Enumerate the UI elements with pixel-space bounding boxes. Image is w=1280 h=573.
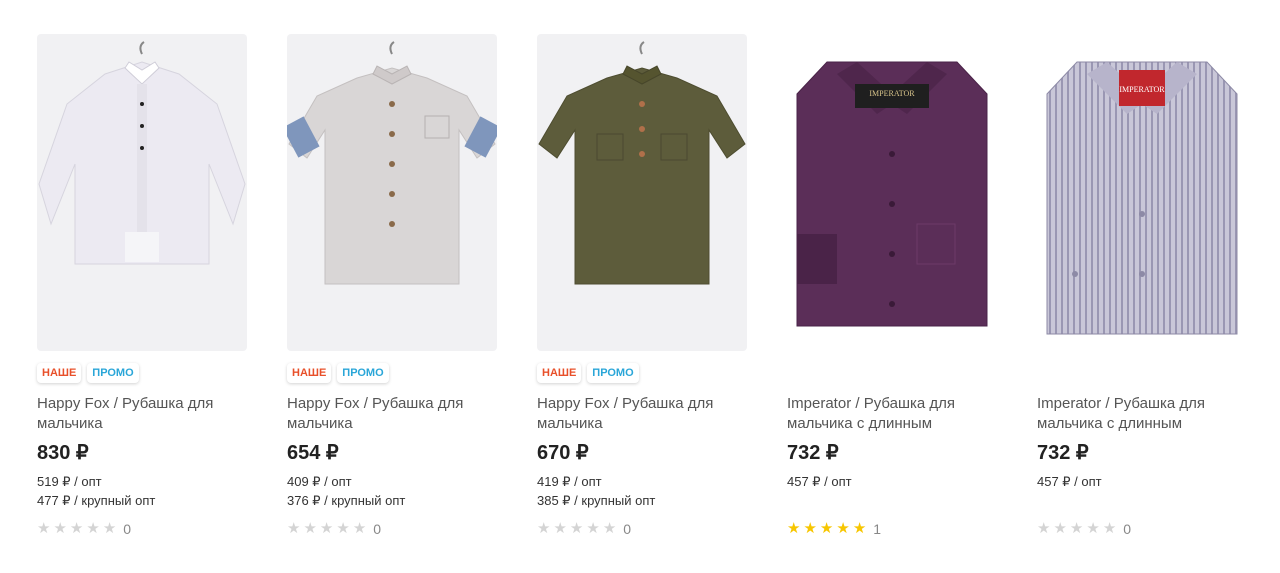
product-price: 732 ₽ — [787, 442, 839, 464]
star-icon: ★ — [586, 520, 600, 537]
star-icon: ★ — [352, 520, 367, 537]
price-opt-block: 457 ₽ / опт — [787, 472, 997, 491]
product-image-striped-shirt[interactable]: IMPERATOR — [1037, 34, 1247, 351]
price-big-opt: 376 ₽ / крупный опт — [287, 493, 406, 508]
review-count: 0 — [623, 521, 632, 537]
price-opt-block: 457 ₽ / опт — [1037, 472, 1247, 491]
star-icon: ★ — [852, 520, 867, 537]
review-count: 1 — [873, 521, 882, 537]
badge-nashe: НАШЕ — [37, 363, 82, 383]
star-icon: ★ — [86, 520, 100, 537]
product-image-beige-shirt[interactable] — [287, 34, 497, 351]
product-image-white-shirt[interactable] — [37, 34, 247, 351]
badge-list: НАШЕ ПРОМО — [287, 361, 497, 385]
star-icon: ★ — [1053, 520, 1067, 537]
price-opt-block: 419 ₽ / опт 385 ₽ / крупный опт — [537, 472, 747, 510]
star-icon: ★ — [102, 520, 117, 537]
rating: ★ ★ ★ ★ ★ 0 — [287, 520, 381, 538]
badge-promo: ПРОМО — [87, 363, 139, 383]
price-opt: 519 ₽ / опт — [37, 474, 102, 489]
star-icon: ★ — [319, 520, 334, 537]
badge-list: НАШЕ ПРОМО — [37, 361, 247, 385]
star-icon: ★ — [819, 520, 834, 537]
product-title[interactable]: Happy Fox / Рубашка для мальчика — [537, 394, 747, 434]
price-opt-block: 409 ₽ / опт 376 ₽ / крупный опт — [287, 472, 497, 510]
rating: ★ ★ ★ ★ ★ 0 — [37, 520, 131, 538]
product-price: 830 ₽ — [37, 442, 89, 464]
badge-nashe: НАШЕ — [537, 363, 582, 383]
product-card[interactable]: НАШЕ ПРОМО Happy Fox / Рубашка для мальч… — [537, 34, 747, 537]
price-big-opt: 385 ₽ / крупный опт — [537, 493, 656, 508]
product-image-purple-shirt[interactable]: IMPERATOR — [787, 34, 997, 351]
badge-list — [1037, 361, 1247, 385]
star-icon: ★ — [836, 520, 850, 537]
product-card[interactable]: IMPERATOR Imperator / Рубашка для мальчи… — [787, 34, 997, 537]
star-icon: ★ — [303, 520, 317, 537]
imperator-logo: IMPERATOR — [869, 89, 915, 98]
review-count: 0 — [373, 521, 382, 537]
rating: ★ ★ ★ ★ ★ 0 — [1037, 520, 1131, 538]
star-icon: ★ — [1069, 520, 1084, 537]
star-icon: ★ — [537, 520, 551, 537]
star-icon: ★ — [1037, 520, 1051, 537]
star-icon: ★ — [1086, 520, 1100, 537]
price-opt-block: 519 ₽ / опт 477 ₽ / крупный опт — [37, 472, 247, 510]
price-opt: 457 ₽ / опт — [787, 474, 852, 489]
review-count: 0 — [123, 521, 132, 537]
star-icon: ★ — [53, 520, 67, 537]
star-icon: ★ — [1102, 520, 1117, 537]
rating: ★ ★ ★ ★ ★ 0 — [537, 520, 631, 538]
product-grid: НАШЕ ПРОМО Happy Fox / Рубашка для мальч… — [37, 34, 1247, 537]
imperator-logo: IMPERATOR — [1119, 85, 1165, 94]
star-icon: ★ — [69, 520, 84, 537]
badge-promo: ПРОМО — [337, 363, 389, 383]
product-title[interactable]: Happy Fox / Рубашка для мальчика — [37, 394, 247, 434]
product-price: 732 ₽ — [1037, 442, 1089, 464]
review-count: 0 — [1123, 521, 1132, 537]
star-icon: ★ — [553, 520, 567, 537]
badge-promo: ПРОМО — [587, 363, 639, 383]
price-big-opt: 477 ₽ / крупный опт — [37, 493, 156, 508]
product-price: 670 ₽ — [537, 442, 589, 464]
product-card[interactable]: НАШЕ ПРОМО Happy Fox / Рубашка для мальч… — [37, 34, 247, 537]
product-card[interactable]: IMPERATOR Imperator / Рубашка для мальчи… — [1037, 34, 1247, 537]
star-icon: ★ — [787, 520, 801, 537]
star-icon: ★ — [287, 520, 301, 537]
badge-list: НАШЕ ПРОМО — [537, 361, 747, 385]
price-opt: 409 ₽ / опт — [287, 474, 352, 489]
product-card[interactable]: НАШЕ ПРОМО Happy Fox / Рубашка для мальч… — [287, 34, 497, 537]
product-title[interactable]: Imperator / Рубашка для мальчика с длинн… — [1037, 394, 1247, 434]
star-icon: ★ — [569, 520, 584, 537]
price-opt: 457 ₽ / опт — [1037, 474, 1102, 489]
rating: ★ ★ ★ ★ ★ 1 — [787, 520, 881, 538]
product-price: 654 ₽ — [287, 442, 339, 464]
product-image-khaki-shirt[interactable] — [537, 34, 747, 351]
star-icon: ★ — [602, 520, 617, 537]
star-icon: ★ — [803, 520, 817, 537]
star-icon: ★ — [336, 520, 350, 537]
product-title[interactable]: Imperator / Рубашка для мальчика с длинн… — [787, 394, 997, 434]
badge-list — [787, 361, 997, 385]
product-title[interactable]: Happy Fox / Рубашка для мальчика — [287, 394, 497, 434]
star-icon: ★ — [37, 520, 51, 537]
price-opt: 419 ₽ / опт — [537, 474, 602, 489]
badge-nashe: НАШЕ — [287, 363, 332, 383]
